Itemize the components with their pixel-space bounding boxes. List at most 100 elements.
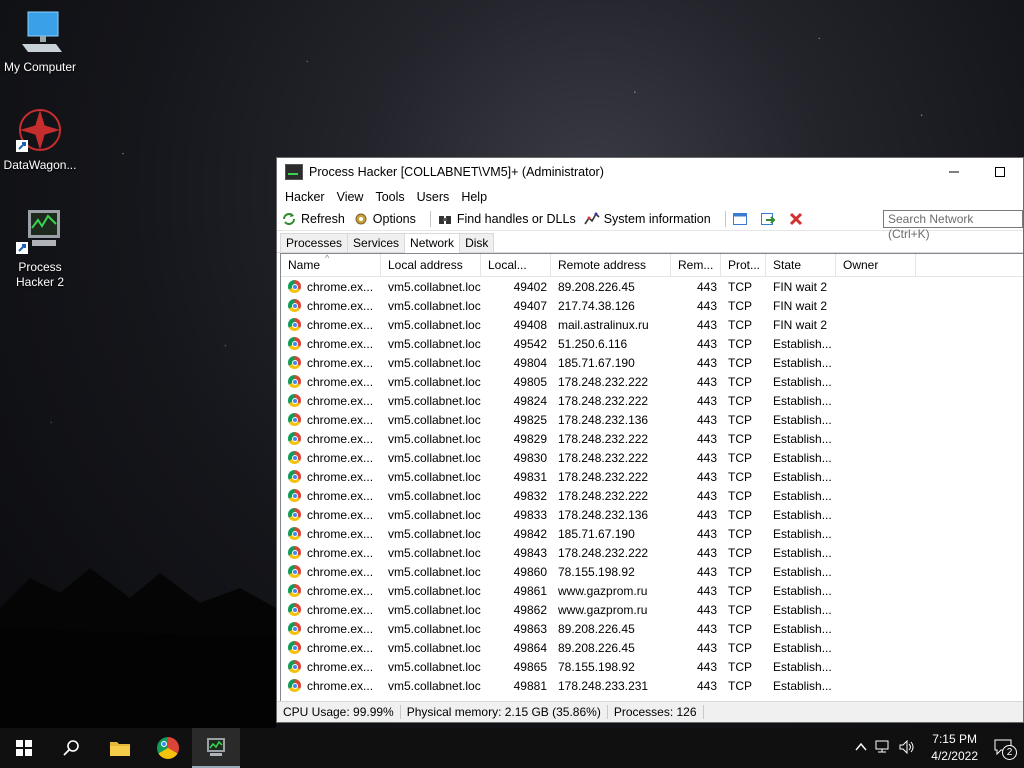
column-header-remote-port[interactable]: Rem...: [671, 254, 721, 276]
desktop-icon-process-hacker[interactable]: Process Hacker 2: [0, 208, 80, 290]
table-row[interactable]: chrome.ex... vm5.collabnet.local 49864 89.2…: [281, 638, 1023, 657]
cell-local-port: 49830: [513, 450, 547, 465]
minimize-button[interactable]: [931, 158, 977, 186]
maximize-button[interactable]: [977, 158, 1023, 186]
table-row[interactable]: chrome.ex... vm5.collabnet.local 49831 178.…: [281, 467, 1023, 486]
table-row[interactable]: chrome.ex... vm5.collabnet.local 49829 178.…: [281, 429, 1023, 448]
cell-name: chrome.ex...: [281, 299, 381, 313]
table-row[interactable]: chrome.ex... vm5.collabnet.local 49825 178.…: [281, 410, 1023, 429]
table-row[interactable]: chrome.ex... vm5.collabnet.local 49542 51.2…: [281, 334, 1023, 353]
cell-remote-port: 443: [696, 526, 717, 541]
table-row[interactable]: chrome.ex... vm5.collabnet.local 49830 178.…: [281, 448, 1023, 467]
toolbar: Refresh Options Find handles or DLLs Sys…: [277, 208, 1023, 241]
desktop-icon-datawagon[interactable]: DataWagon...: [0, 106, 80, 173]
table-row[interactable]: chrome.ex... vm5.collabnet.local 49824 178.…: [281, 391, 1023, 410]
column-header-owner[interactable]: Owner: [836, 254, 916, 276]
window-icon: [732, 211, 748, 227]
cell-name: chrome.ex...: [281, 337, 381, 351]
cell-protocol: TCP: [728, 526, 752, 541]
find-handles-button[interactable]: Find handles or DLLs: [437, 211, 576, 227]
column-header-remote-address[interactable]: Remote address: [551, 254, 671, 276]
maximize-icon: [995, 167, 1005, 177]
cell-local-address: vm5.collabnet.local: [388, 640, 481, 655]
table-row[interactable]: chrome.ex... vm5.collabnet.local 49842 185.…: [281, 524, 1023, 543]
column-header-protocol[interactable]: Prot...: [721, 254, 766, 276]
tab-processes[interactable]: Processes: [280, 233, 349, 252]
cell-local-address: vm5.collabnet.local: [388, 488, 481, 503]
menu-view[interactable]: View: [331, 190, 370, 204]
table-row[interactable]: chrome.ex... vm5.collabnet.local 49843 178.…: [281, 543, 1023, 562]
volume-tray-button[interactable]: [895, 739, 919, 757]
cell-remote-address: 178.248.232.222: [558, 374, 649, 389]
tab-disk[interactable]: Disk: [459, 233, 495, 252]
file-explorer-button[interactable]: [96, 728, 144, 768]
column-header-local-address[interactable]: Local address: [381, 254, 481, 276]
search-input[interactable]: Search Network (Ctrl+K): [883, 210, 1023, 241]
window-button[interactable]: [732, 211, 752, 227]
desktop-icon-my-computer[interactable]: My Computer: [0, 8, 80, 75]
cell-local-address: vm5.collabnet.local: [388, 583, 481, 598]
network-tray-button[interactable]: [871, 740, 895, 757]
window-titlebar[interactable]: Process Hacker [COLLABNET\VM5]+ (Adminis…: [277, 158, 1023, 186]
go-to-button[interactable]: [760, 211, 780, 227]
cell-protocol: TCP: [728, 355, 752, 370]
options-button[interactable]: Options: [353, 211, 416, 227]
menu-hacker[interactable]: Hacker: [279, 190, 331, 204]
close-connection-button[interactable]: [788, 211, 808, 227]
start-button[interactable]: [0, 728, 48, 768]
column-header-local-port[interactable]: Local...: [481, 254, 551, 276]
cell-remote-address: 78.155.198.92: [558, 564, 635, 579]
cell-protocol: TCP: [728, 469, 752, 484]
cell-remote-address: 89.208.226.45: [558, 621, 635, 636]
cell-remote-address: 178.248.232.222: [558, 488, 649, 503]
cell-state: Establish...: [773, 412, 832, 427]
table-row[interactable]: chrome.ex... vm5.collabnet.local 49408 mail…: [281, 315, 1023, 334]
system-information-button[interactable]: System information: [584, 211, 711, 227]
table-row[interactable]: chrome.ex... vm5.collabnet.local 49863 89.2…: [281, 619, 1023, 638]
column-header-name[interactable]: Name ^: [281, 253, 381, 276]
cell-local-address: vm5.collabnet.local: [388, 355, 481, 370]
computer-icon: [16, 8, 64, 56]
column-header-state[interactable]: State: [766, 254, 836, 276]
cell-state: Establish...: [773, 621, 832, 636]
table-row[interactable]: chrome.ex... vm5.collabnet.local 49862 www.…: [281, 600, 1023, 619]
tab-network[interactable]: Network: [404, 233, 461, 253]
cell-local-port: 49825: [513, 412, 547, 427]
cell-remote-address: 178.248.232.222: [558, 469, 649, 484]
network-list[interactable]: Name ^ Local address Local... Remote add…: [280, 253, 1023, 702]
cell-remote-port: 443: [696, 602, 717, 617]
table-row[interactable]: chrome.ex... vm5.collabnet.local 49407 217.…: [281, 296, 1023, 315]
table-row[interactable]: chrome.ex... vm5.collabnet.local 49804 185.…: [281, 353, 1023, 372]
table-row[interactable]: chrome.ex... vm5.collabnet.local 49881 178.…: [281, 676, 1023, 695]
menu-help[interactable]: Help: [455, 190, 493, 204]
network-rows: chrome.ex... vm5.collabnet.local 49402 89.2…: [281, 277, 1023, 695]
table-row[interactable]: chrome.ex... vm5.collabnet.local 49832 178.…: [281, 486, 1023, 505]
chrome-button[interactable]: [144, 728, 192, 768]
cell-protocol: TCP: [728, 602, 752, 617]
table-row[interactable]: chrome.ex... vm5.collabnet.local 49860 78.1…: [281, 562, 1023, 581]
tab-services[interactable]: Services: [347, 233, 406, 252]
cell-state: FIN wait 2: [773, 279, 828, 294]
cell-local-port: 49804: [513, 355, 547, 370]
windows-logo-icon: [16, 740, 32, 756]
table-row[interactable]: chrome.ex... vm5.collabnet.local 49865 78.1…: [281, 657, 1023, 676]
process-hacker-taskbar-button[interactable]: [192, 728, 240, 768]
table-row[interactable]: chrome.ex... vm5.collabnet.local 49833 178.…: [281, 505, 1023, 524]
search-button[interactable]: [48, 728, 96, 768]
cell-protocol: TCP: [728, 545, 752, 560]
process-hacker-window[interactable]: Process Hacker [COLLABNET\VM5]+ (Adminis…: [276, 157, 1024, 723]
chrome-icon: [288, 622, 301, 635]
menu-tools[interactable]: Tools: [369, 190, 410, 204]
clock[interactable]: 7:15 PM 4/2/2022: [919, 731, 990, 765]
cell-protocol: TCP: [728, 640, 752, 655]
cell-remote-port: 443: [696, 564, 717, 579]
action-center-button[interactable]: 2: [990, 739, 1024, 760]
show-hidden-icons-button[interactable]: [851, 741, 871, 756]
menu-users[interactable]: Users: [411, 190, 456, 204]
table-row[interactable]: chrome.ex... vm5.collabnet.local 49402 89.2…: [281, 277, 1023, 296]
cell-state: Establish...: [773, 545, 832, 560]
cell-local-address: vm5.collabnet.local: [388, 450, 481, 465]
refresh-button[interactable]: Refresh: [281, 211, 345, 227]
table-row[interactable]: chrome.ex... vm5.collabnet.local 49805 178.…: [281, 372, 1023, 391]
table-row[interactable]: chrome.ex... vm5.collabnet.local 49861 www.…: [281, 581, 1023, 600]
